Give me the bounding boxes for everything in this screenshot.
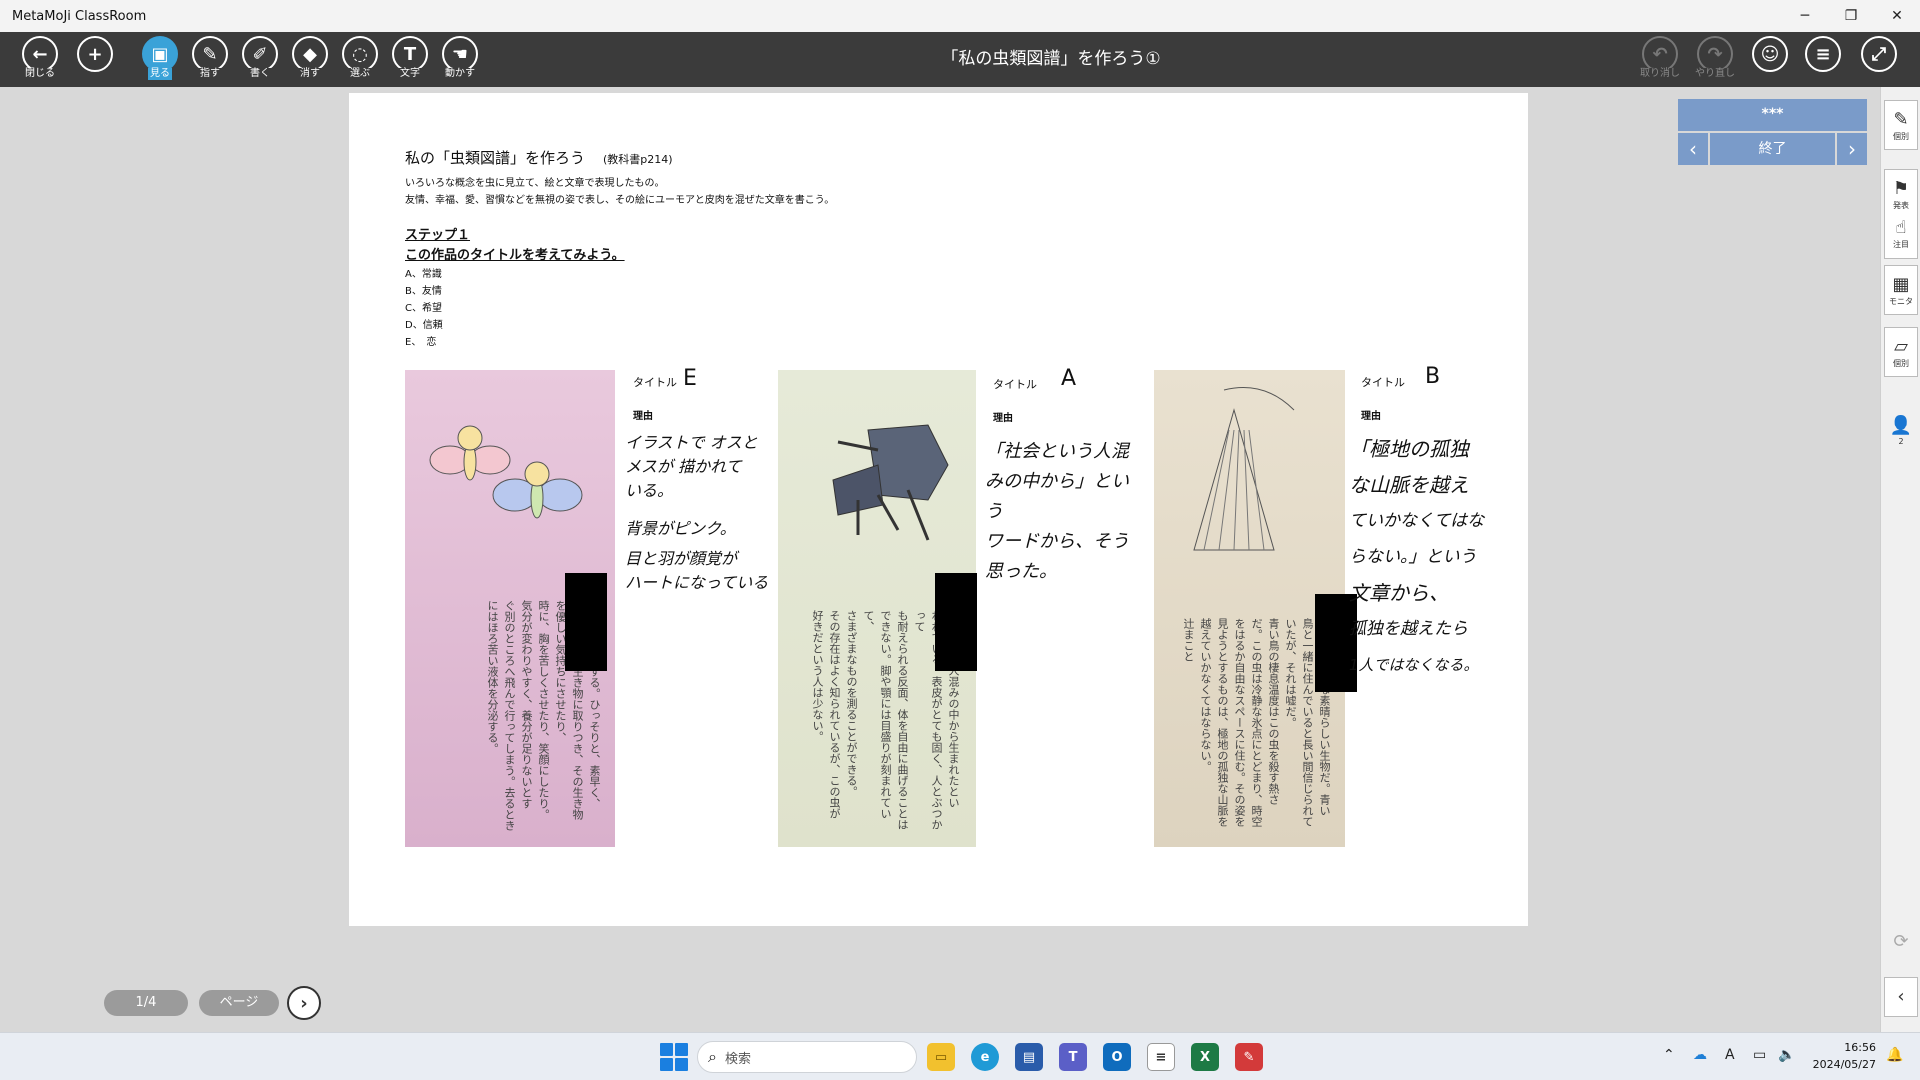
notepad-icon[interactable]: ≡ <box>1147 1043 1175 1071</box>
card-3-book-text: これはきれいな素晴らしい生物だ。青い 鳥と一緒に住んでいると長い間信じられて いたが… <box>1182 618 1331 827</box>
layers-icon: ▱ <box>1894 335 1908 357</box>
card-2-handwriting: 「社会という人混 みの中から」という ワードから、そう 思った。 <box>985 441 1129 582</box>
redaction-box <box>935 573 977 671</box>
window-controls: ─ ❐ ✕ <box>1782 0 1920 32</box>
redaction-box <box>565 573 607 671</box>
collapse-panel-button[interactable]: ‹ <box>1884 977 1918 1017</box>
participants-indicator[interactable]: 👤 2 <box>1884 405 1918 455</box>
edit-page-icon: ✎ <box>1893 108 1909 130</box>
card-2-title-label: タイトル <box>993 378 1037 391</box>
minimize-button[interactable]: ─ <box>1782 0 1828 32</box>
worksheet-page[interactable]: 私の「虫類図譜」を作ろう (教科書p214) いろいろな概念を虫に見立て、絵と文章… <box>349 93 1528 926</box>
card-3-title-label: タイトル <box>1361 376 1405 389</box>
next-page-button[interactable]: › <box>287 986 321 1020</box>
edge-browser-icon[interactable]: e <box>971 1043 999 1071</box>
step-title: ステップ１ <box>405 228 471 243</box>
search-placeholder: 検索 <box>724 1051 751 1067</box>
chevron-up-icon[interactable]: ⌃ <box>1663 1047 1675 1063</box>
option-b: B、友情 <box>405 286 442 297</box>
metamoji-icon[interactable]: ✎ <box>1235 1043 1263 1071</box>
card-2-reason-label: 理由 <box>993 413 1013 424</box>
app-name: MetaMoJi ClassRoom <box>12 8 147 24</box>
option-c: C、希望 <box>405 303 442 314</box>
outlook-icon[interactable]: O <box>1103 1043 1131 1071</box>
individual-button-2[interactable]: ▱ 個別 <box>1884 327 1918 377</box>
clock-time: 16:56 <box>1844 1041 1876 1054</box>
prev-arrow-button[interactable]: ‹ <box>1678 133 1708 165</box>
option-d: D、信頼 <box>405 320 443 331</box>
close-window-button[interactable]: ✕ <box>1874 0 1920 32</box>
session-name[interactable]: *** <box>1678 99 1867 131</box>
session-controls: ‹ 終了 › <box>1678 133 1867 165</box>
restore-button[interactable]: ❐ <box>1828 0 1874 32</box>
next-arrow-button[interactable]: › <box>1837 133 1867 165</box>
attention-button[interactable]: ☝ 注目 <box>1884 209 1918 259</box>
chevron-left-icon: ‹ <box>1897 986 1905 1007</box>
card-1-reason-label: 理由 <box>633 411 653 422</box>
windows-start-button[interactable] <box>660 1043 688 1071</box>
system-clock[interactable]: 16:56 2024/05/27 <box>1812 1039 1876 1073</box>
hand-raise-icon: ☝ <box>1895 217 1907 238</box>
card-2-title-answer: A <box>1061 366 1077 391</box>
card-3-reason-label: 理由 <box>1361 411 1381 422</box>
refresh-icon: ⟳ <box>1893 931 1909 952</box>
store-icon[interactable]: ▤ <box>1015 1043 1043 1071</box>
individual-button-1[interactable]: ✎ 個別 <box>1884 100 1918 150</box>
teams-icon[interactable]: T <box>1059 1043 1087 1071</box>
heading-text: 私の「虫類図譜」を作ろう <box>405 149 586 167</box>
step-question: この作品のタイトルを考えてみよう。 <box>405 248 625 263</box>
session-panel: *** ‹ 終了 › <box>1678 99 1867 165</box>
page-heading: 私の「虫類図譜」を作ろう (教科書p214) <box>405 147 673 168</box>
butterfly-illustration <box>429 425 583 519</box>
volume-icon[interactable]: 🔈 <box>1778 1047 1795 1063</box>
description-line-2: 友情、幸福、愛、習慣などを無視の姿で表し、その絵にユーモアと皮肉を混ぜた文章を書… <box>405 195 835 206</box>
page-button[interactable]: ページ <box>199 990 279 1016</box>
feather-insect-illustration <box>1193 387 1295 551</box>
chevron-right-icon: › <box>300 992 308 1014</box>
title-bar: MetaMoJi ClassRoom ─ ❐ ✕ <box>0 0 1920 32</box>
search-icon: ⌕ <box>708 1047 717 1066</box>
end-button[interactable]: 終了 <box>1710 133 1835 165</box>
heading-ref: (教科書p214) <box>603 153 673 166</box>
card-1-title-answer: E <box>683 366 697 391</box>
network-icon[interactable]: ▭ <box>1753 1047 1766 1063</box>
side-toolbar: ✎ 個別 ⚑ 発表 ☝ 注目 ▦ モニタ ▱ 個別 👤 2 ⟳ ‹ <box>1880 87 1920 1032</box>
grid-icon: ▦ <box>1892 273 1910 295</box>
card-3-title-answer: B <box>1425 364 1441 389</box>
description-line-1: いろいろな概念を虫に見立て、絵と文章で表現したもの。 <box>405 178 665 189</box>
taskbar: ⌕ 検索 ▭ e ▤ T O ≡ X ✎ ⌃ ☁ A ▭ 🔈 16:56 202… <box>0 1032 1920 1080</box>
ant-illustration <box>832 424 949 541</box>
file-explorer-icon[interactable]: ▭ <box>927 1043 955 1071</box>
option-a: A、常識 <box>405 269 442 280</box>
user-icon: 👤 <box>1889 414 1913 436</box>
option-e: E、 恋 <box>405 337 437 348</box>
card-1-title-label: タイトル <box>633 376 677 389</box>
card-1-handwriting: イラストで オスと メスが 描かれて いる。 背景がピンク。 目と羽が顔覚が ハートになっ… <box>625 433 769 592</box>
ime-indicator[interactable]: A <box>1725 1047 1735 1063</box>
notification-bell-icon[interactable]: 🔔 <box>1886 1047 1903 1063</box>
onedrive-cloud-icon[interactable]: ☁ <box>1693 1047 1707 1063</box>
sync-button[interactable]: ⟳ <box>1884 917 1918 967</box>
excel-icon[interactable]: X <box>1191 1043 1219 1071</box>
clock-date: 2024/05/27 <box>1812 1058 1876 1071</box>
taskbar-search[interactable]: ⌕ 検索 <box>697 1041 917 1073</box>
monitor-button[interactable]: ▦ モニタ <box>1884 265 1918 315</box>
presenter-icon: ⚑ <box>1892 177 1910 199</box>
card-3-handwriting: 「極地の孤独 な山脈を越え ていかなくてはな らない。」という 文章から、 孤独を越えたら… <box>1349 437 1485 674</box>
page-indicator[interactable]: 1/4 <box>104 990 188 1016</box>
document-title: 「私の虫類図譜」を作ろう① <box>941 49 1161 69</box>
